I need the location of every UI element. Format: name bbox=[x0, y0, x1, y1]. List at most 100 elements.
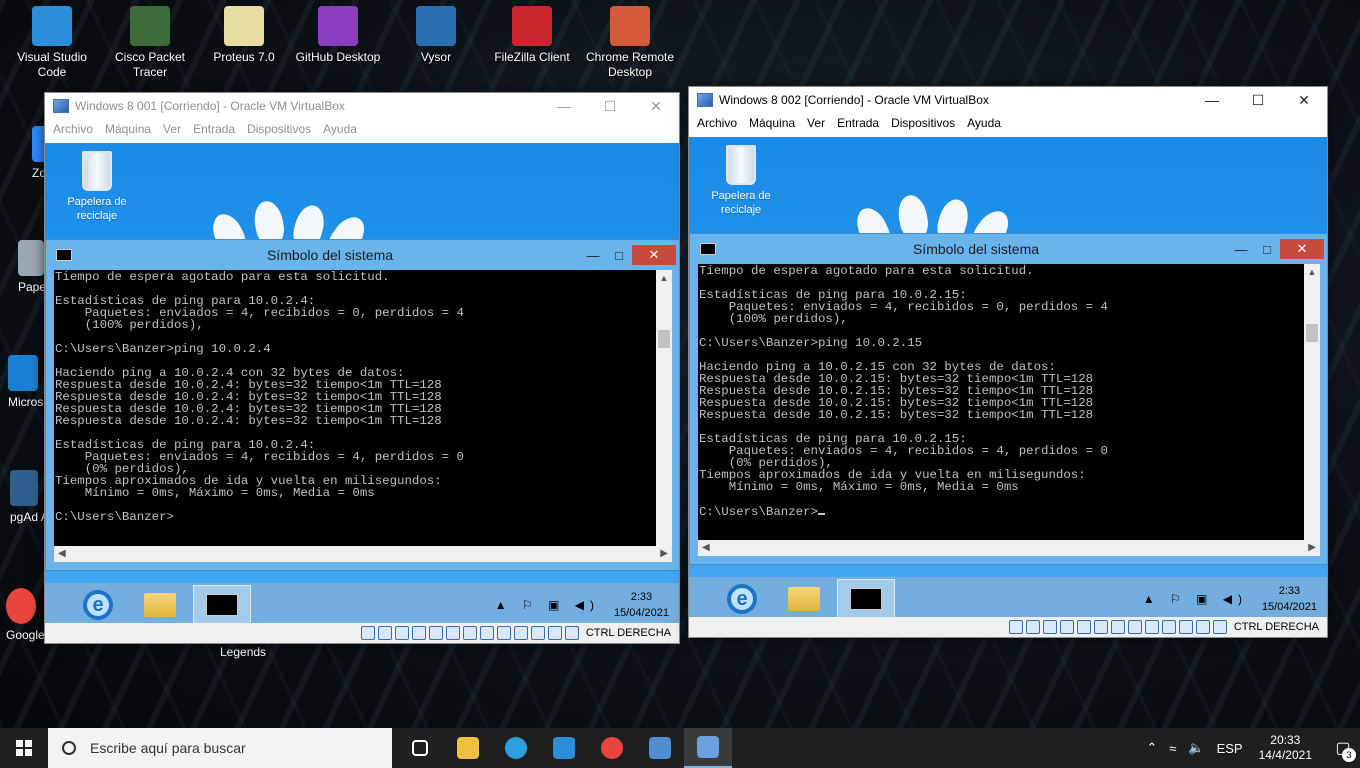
menu-item-dispositivos[interactable]: Dispositivos bbox=[247, 122, 311, 136]
cmd-titlebar[interactable]: Símbolo del sistema — □ ✕ bbox=[46, 240, 679, 270]
scroll-up-icon[interactable]: ▲ bbox=[656, 270, 672, 286]
desktop-icon-chrome-remote[interactable]: Chrome Remote Desktop bbox=[584, 0, 676, 80]
maximize-icon[interactable]: ☐ bbox=[587, 98, 633, 115]
desktop-icon-legends-label[interactable]: Legends bbox=[220, 645, 266, 659]
taskbar-app-edge[interactable] bbox=[492, 728, 540, 768]
desktop-icon-vysor[interactable]: Vysor bbox=[390, 0, 482, 65]
cmd-titlebar[interactable]: Símbolo del sistema — □ ✕ bbox=[690, 234, 1327, 264]
desktop-icon-cisco[interactable]: Cisco Packet Tracer bbox=[104, 0, 196, 80]
menu-item-entrada[interactable]: Entrada bbox=[837, 116, 879, 130]
scroll-right-icon[interactable]: ▶ bbox=[660, 546, 668, 562]
vertical-scrollbar[interactable]: ▲ bbox=[656, 270, 672, 546]
desktop-icon-vscode[interactable]: Visual Studio Code bbox=[6, 0, 98, 80]
taskbar-app-vscode[interactable] bbox=[540, 728, 588, 768]
guest-clock[interactable]: 2:33 15/04/2021 bbox=[1262, 583, 1317, 615]
vm1-recycle-bin[interactable]: Papelera de reciclaje bbox=[57, 151, 137, 223]
minimize-icon[interactable]: — bbox=[580, 248, 606, 263]
cmd-taskbar-icon[interactable] bbox=[837, 579, 895, 617]
taskbar-app-virtualbox[interactable] bbox=[636, 728, 684, 768]
vm2-statusbar: CTRL DERECHA bbox=[689, 617, 1327, 637]
maximize-icon[interactable]: ☐ bbox=[1235, 92, 1281, 109]
start-button[interactable] bbox=[0, 728, 48, 768]
vertical-scrollbar[interactable]: ▲ bbox=[1304, 264, 1320, 540]
desktop-icon-filezilla[interactable]: FileZilla Client bbox=[486, 0, 578, 65]
tray-icons[interactable]: ▲ ⚐ ▣ ◀) bbox=[495, 598, 600, 612]
maximize-icon[interactable]: □ bbox=[1254, 242, 1280, 257]
scroll-thumb[interactable] bbox=[1306, 324, 1318, 342]
file-explorer-icon[interactable] bbox=[775, 579, 833, 617]
menu-item-ver[interactable]: Ver bbox=[807, 116, 825, 130]
volume-icon[interactable]: 🔈 bbox=[1188, 740, 1204, 756]
close-icon[interactable]: ✕ bbox=[633, 98, 679, 115]
clock[interactable]: 20:33 14/4/2021 bbox=[1259, 733, 1312, 763]
file-explorer-icon[interactable] bbox=[131, 585, 189, 623]
menu-item-ayuda[interactable]: Ayuda bbox=[967, 116, 1001, 130]
cmd-console[interactable]: Tiempo de espera agotado para esta solic… bbox=[54, 270, 672, 562]
show-hidden-icons-icon[interactable]: ⌃ bbox=[1146, 740, 1157, 756]
taskbar-app-file-explorer[interactable] bbox=[444, 728, 492, 768]
cmd-output: Tiempo de espera agotado para esta solic… bbox=[54, 270, 656, 546]
scroll-left-icon[interactable]: ◀ bbox=[58, 546, 66, 562]
scroll-right-icon[interactable]: ▶ bbox=[1308, 540, 1316, 556]
internet-explorer-icon[interactable]: e bbox=[69, 585, 127, 623]
taskbar-app-virtualbox-vm[interactable] bbox=[684, 728, 732, 768]
horizontal-scrollbar[interactable]: ◀ ▶ bbox=[54, 546, 672, 562]
notification-center-icon[interactable]: ▢ 3 bbox=[1326, 728, 1360, 768]
vm1-guest-screen[interactable]: Papelera de reciclaje Símbolo del sistem… bbox=[45, 143, 679, 623]
device-status-icons[interactable] bbox=[360, 626, 582, 640]
close-button[interactable]: ✕ bbox=[632, 245, 676, 265]
task-view-icon bbox=[412, 740, 428, 756]
recycle-bin-label: Papelera de reciclaje bbox=[67, 196, 127, 222]
desktop-icon-microsoft[interactable]: Micros bbox=[8, 355, 43, 409]
desktop-icon-github[interactable]: GitHub Desktop bbox=[292, 0, 384, 65]
close-icon[interactable]: ✕ bbox=[1281, 92, 1327, 109]
maximize-icon[interactable]: □ bbox=[606, 248, 632, 263]
virtualbox-window-vm2[interactable]: Windows 8 002 [Corriendo] - Oracle VM Vi… bbox=[688, 86, 1328, 638]
minimize-icon[interactable]: — bbox=[541, 98, 587, 114]
horizontal-scrollbar[interactable]: ◀ ▶ bbox=[698, 540, 1320, 556]
scroll-thumb[interactable] bbox=[658, 330, 670, 348]
tray-icons[interactable]: ▲ ⚐ ▣ ◀) bbox=[1143, 592, 1248, 606]
menu-item-mquina[interactable]: Máquina bbox=[105, 122, 151, 136]
taskbar-app-chrome[interactable] bbox=[588, 728, 636, 768]
search-box[interactable]: Escribe aquí para buscar bbox=[48, 728, 392, 768]
desktop-icon-label: Micros bbox=[8, 395, 44, 409]
chrome-remote-icon bbox=[610, 6, 650, 46]
desktop-icon-proteus[interactable]: Proteus 7.0 bbox=[198, 0, 290, 65]
cmd-console[interactable]: Tiempo de espera agotado para esta solic… bbox=[698, 264, 1320, 556]
vm1-cmd-window[interactable]: Símbolo del sistema — □ ✕ Tiempo de espe… bbox=[45, 239, 679, 571]
vm2-recycle-bin[interactable]: Papelera de reciclaje bbox=[701, 145, 781, 217]
vm2-guest-taskbar: e ▲ ⚐ ▣ ◀) 2:33 15/04/2021 bbox=[689, 577, 1327, 617]
vysor-icon bbox=[416, 6, 456, 46]
guest-clock[interactable]: 2:33 15/04/2021 bbox=[614, 589, 669, 621]
minimize-icon[interactable]: — bbox=[1228, 242, 1254, 257]
virtualbox-window-vm1[interactable]: Windows 8 001 [Corriendo] - Oracle VM Vi… bbox=[44, 92, 680, 644]
language-indicator[interactable]: ESP bbox=[1217, 741, 1243, 756]
minimize-icon[interactable]: — bbox=[1189, 92, 1235, 108]
cisco-icon bbox=[130, 6, 170, 46]
console-line: C:\Users\Banzer> bbox=[699, 505, 1304, 518]
menu-item-entrada[interactable]: Entrada bbox=[193, 122, 235, 136]
menu-item-archivo[interactable]: Archivo bbox=[53, 122, 93, 136]
close-button[interactable]: ✕ bbox=[1280, 239, 1324, 259]
vm2-cmd-window[interactable]: Símbolo del sistema — □ ✕ Tiempo de espe… bbox=[689, 233, 1327, 565]
menu-item-ver[interactable]: Ver bbox=[163, 122, 181, 136]
cmd-taskbar-icon[interactable] bbox=[193, 585, 251, 623]
scroll-up-icon[interactable]: ▲ bbox=[1304, 264, 1320, 280]
vm1-titlebar[interactable]: Windows 8 001 [Corriendo] - Oracle VM Vi… bbox=[45, 93, 679, 119]
menu-item-ayuda[interactable]: Ayuda bbox=[323, 122, 357, 136]
network-icon[interactable]: ≈ bbox=[1169, 741, 1176, 756]
host-key-label: CTRL DERECHA bbox=[585, 627, 671, 639]
vm2-titlebar[interactable]: Windows 8 002 [Corriendo] - Oracle VM Vi… bbox=[689, 87, 1327, 113]
device-status-icons[interactable] bbox=[1008, 620, 1230, 634]
taskbar-app-task-view[interactable] bbox=[396, 728, 444, 768]
console-line: (100% perdidos), bbox=[55, 318, 204, 332]
scroll-left-icon[interactable]: ◀ bbox=[702, 540, 710, 556]
vm2-guest-screen[interactable]: Papelera de reciclaje Símbolo del sistem… bbox=[689, 137, 1327, 617]
menu-item-archivo[interactable]: Archivo bbox=[697, 116, 737, 130]
desktop-icon-google[interactable]: Google bbox=[6, 588, 45, 642]
menu-item-mquina[interactable]: Máquina bbox=[749, 116, 795, 130]
menu-item-dispositivos[interactable]: Dispositivos bbox=[891, 116, 955, 130]
clock-time: 20:33 bbox=[1270, 733, 1301, 747]
internet-explorer-icon[interactable]: e bbox=[713, 579, 771, 617]
